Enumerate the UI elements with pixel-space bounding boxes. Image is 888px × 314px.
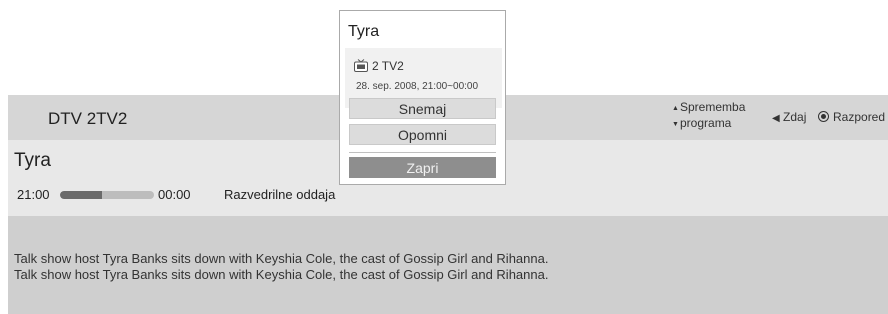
program-title: Tyra <box>14 150 51 171</box>
tv-icon <box>354 59 368 75</box>
program-popup: Tyra 2 TV2 28. sep. 2008, 21:00~00:00 Sn… <box>339 10 506 185</box>
down-arrow-icon: ▼ <box>672 121 679 128</box>
progress-fill <box>60 191 103 199</box>
record-button[interactable]: Snemaj <box>349 98 496 119</box>
end-time: 00:00 <box>158 187 191 202</box>
popup-title: Tyra <box>348 23 380 40</box>
description-line: Talk show host Tyra Banks sits down with… <box>14 251 549 266</box>
popup-channel: 2 TV2 <box>354 59 404 75</box>
schedule-button[interactable]: Razpored <box>818 110 885 124</box>
popup-channel-label: 2 TV2 <box>372 59 404 73</box>
program-genre: Razvedrilne oddaja <box>224 187 336 202</box>
start-time: 21:00 <box>17 187 50 202</box>
left-triangle-icon: ◀ <box>772 113 780 124</box>
program-progress-bar <box>60 191 154 199</box>
up-arrow-icon: ▲ <box>672 105 679 112</box>
channel-name: DTV 2TV2 <box>48 109 128 128</box>
popup-date-time: 28. sep. 2008, 21:00~00:00 <box>356 81 479 92</box>
close-button[interactable]: Zapri <box>349 157 496 178</box>
remind-button[interactable]: Opomni <box>349 124 496 145</box>
now-button[interactable]: ◀ Zdaj <box>772 110 806 124</box>
popup-divider <box>349 152 496 153</box>
now-label: Zdaj <box>783 110 807 124</box>
change-program-control[interactable]: ▲Sprememba ▼programa <box>672 100 745 132</box>
schedule-label: Razpored <box>833 110 886 124</box>
description-line: Talk show host Tyra Banks sits down with… <box>14 267 549 282</box>
radio-dot-icon <box>818 111 829 122</box>
